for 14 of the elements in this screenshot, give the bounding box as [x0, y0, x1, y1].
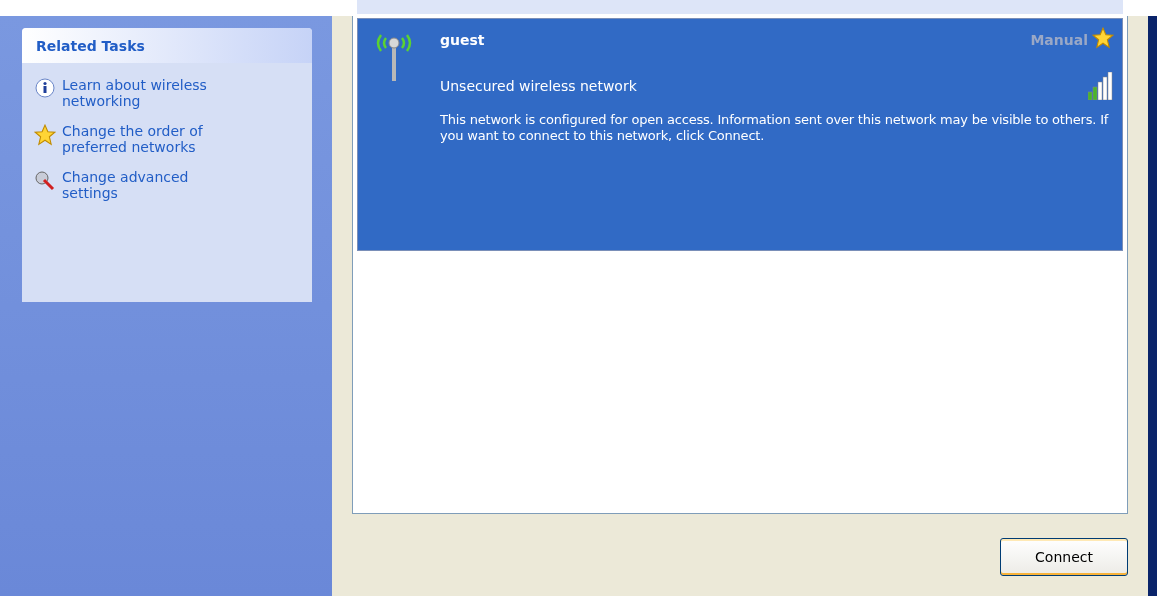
network-item[interactable]: guest Manual Unsecured wireless network This network is configured for open access. Information sent over this network may be visible to others. If you want to connect to this network, click Connect. [357, 18, 1123, 251]
info-icon [34, 78, 56, 100]
connect-button[interactable]: Connect [1000, 538, 1128, 576]
security-status: Unsecured wireless network [440, 78, 637, 94]
connection-type: Manual [1030, 31, 1088, 48]
task-link[interactable]: Learn about wireless networking [34, 77, 234, 110]
star-icon [34, 124, 56, 147]
star-icon [1092, 27, 1114, 49]
network-description: This network is configured for open access. Information sent over this network may be visible to others. If you want to connect to this network, click Connect. [440, 112, 1110, 144]
task-link[interactable]: Change the order of preferred networks [34, 123, 234, 156]
panel-title: Related Tasks [36, 38, 145, 54]
task-link[interactable]: Change advanced settings [34, 169, 234, 202]
signal-strength-icon [1088, 72, 1114, 100]
network-name: guest [440, 31, 485, 48]
